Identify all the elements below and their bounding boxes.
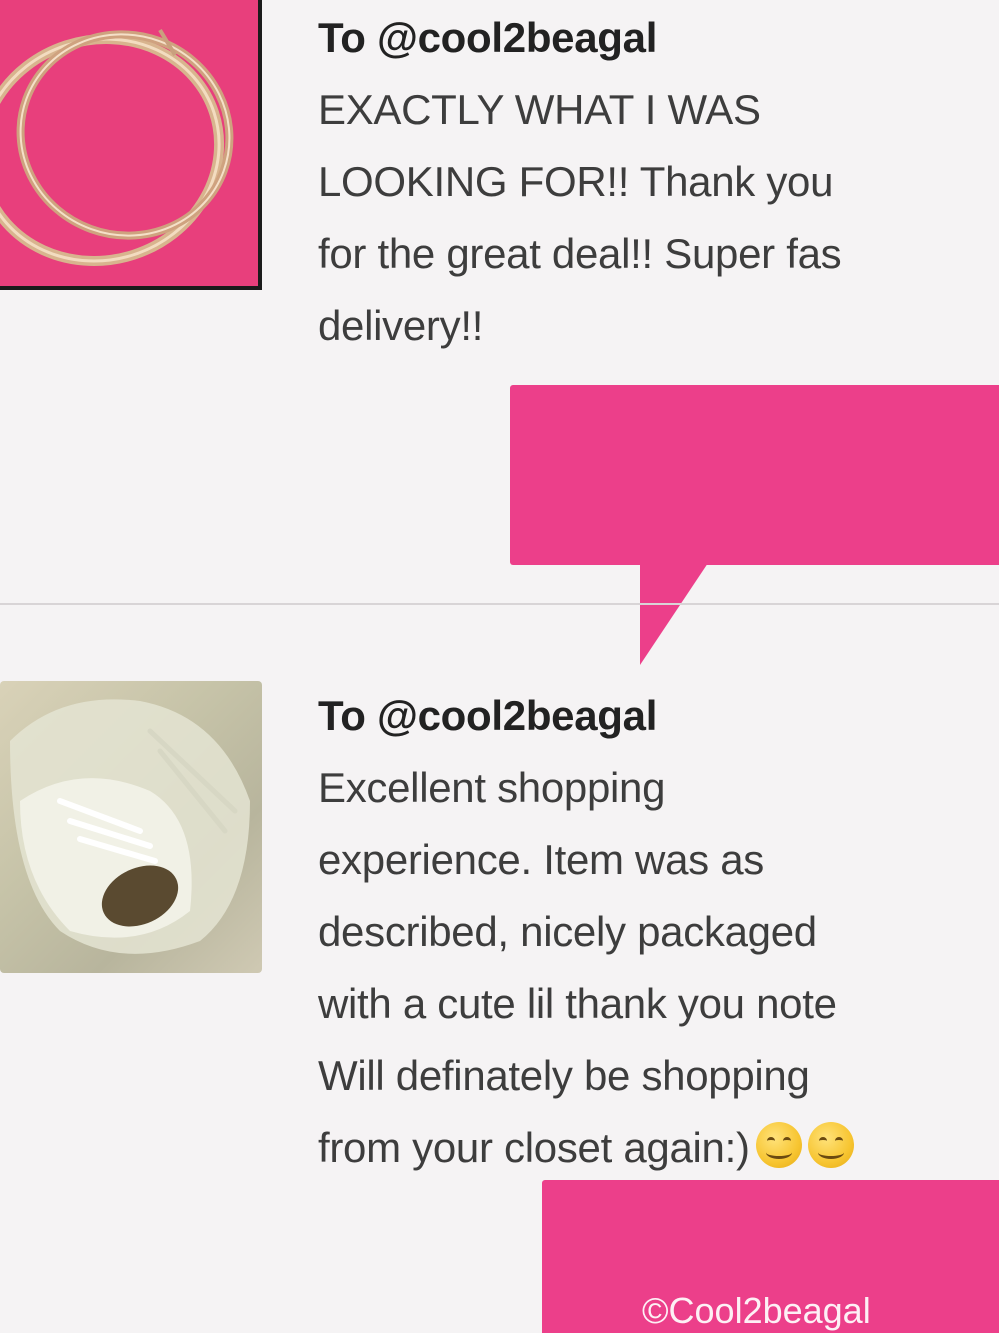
review-2-line-3: described, nicely packaged (318, 908, 817, 955)
review-1: To @cool2beagal EXACTLY WHAT I WAS LOOKI… (318, 2, 999, 362)
speech-bubble-tail (640, 560, 710, 665)
sneakers-thumbnail[interactable] (0, 681, 262, 973)
review-1-line-1: EXACTLY WHAT I WAS (318, 86, 761, 133)
review-divider (0, 603, 999, 605)
review-1-line-2: LOOKING FOR!! Thank you (318, 158, 834, 205)
review-1-recipient[interactable]: To @cool2beagal (318, 2, 999, 74)
review-1-line-3: for the great deal!! Super fas (318, 230, 842, 277)
review-2-line-5: Will definately be shopping (318, 1052, 810, 1099)
sneakers-image (10, 699, 250, 954)
redaction-speech-bubble (510, 385, 999, 565)
watermark: ©Cool2beagal (642, 1290, 871, 1331)
review-2-line-2: experience. Item was as (318, 836, 764, 883)
review-2-line-4: with a cute lil thank you note (318, 980, 837, 1027)
review-2: To @cool2beagal Excellent shopping exper… (318, 680, 999, 1184)
feedback-screen: To @cool2beagal EXACTLY WHAT I WAS LOOKI… (0, 0, 999, 1333)
smiling-face-icon (755, 1122, 802, 1168)
review-2-recipient[interactable]: To @cool2beagal (318, 680, 999, 752)
smiling-face-icon (807, 1122, 854, 1168)
review-2-line-1: Excellent shopping (318, 764, 666, 811)
hoop-earrings-image (0, 28, 234, 266)
review-2-line-6: from your closet again:) (318, 1112, 999, 1184)
earrings-thumbnail[interactable] (0, 0, 262, 290)
review-2-line-6-text: from your closet again:) (318, 1124, 750, 1171)
review-1-line-4: delivery!! (318, 302, 484, 349)
